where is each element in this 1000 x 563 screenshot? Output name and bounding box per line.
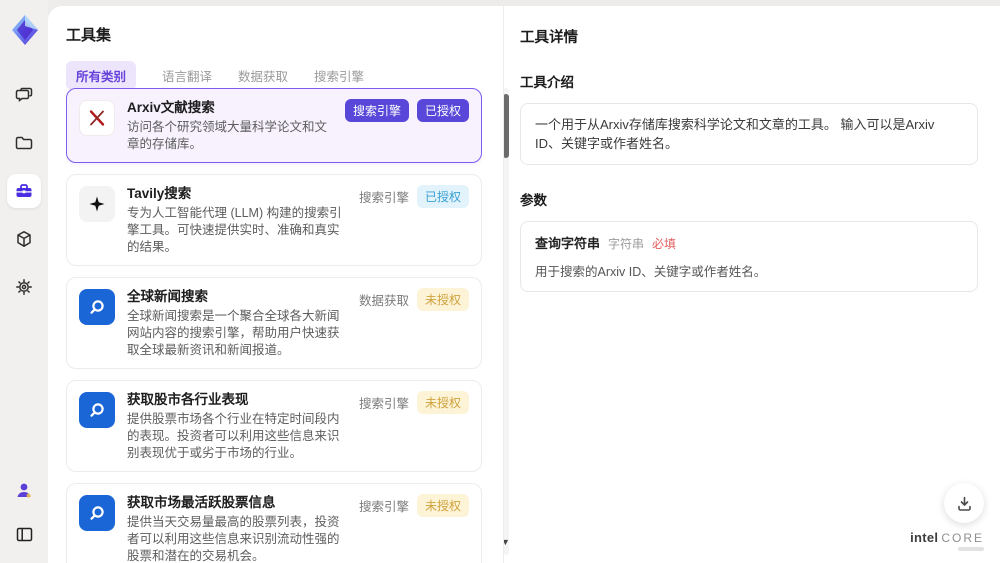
- chat-icon: [14, 85, 34, 105]
- tool-card-global-news[interactable]: 全球新闻搜索 全球新闻搜索是一个聚合全球各大新闻网站内容的搜索引擎，帮助用户快速…: [66, 277, 482, 369]
- tool-name: 获取股市各行业表现: [127, 392, 249, 407]
- category-tabs: 所有类别 语言翻译 数据获取 搜索引擎: [66, 61, 486, 90]
- sidebar-item-plugins[interactable]: [7, 222, 41, 256]
- cube-icon: [14, 229, 34, 249]
- intel-core-logo: intel CORE: [910, 530, 984, 551]
- param-type: 字符串: [608, 237, 645, 251]
- tool-card-arxiv[interactable]: Arxiv文献搜索 访问各个研究领域大量科学论文和文章的存储库。 搜索引擎 已授…: [66, 88, 482, 163]
- intel-logo-text: intel: [910, 530, 939, 545]
- collapse-panel-button[interactable]: [7, 517, 41, 551]
- tab-search-engine[interactable]: 搜索引擎: [314, 61, 364, 90]
- sidebar-item-tools[interactable]: [7, 174, 41, 208]
- tavily-sparkle-icon: [79, 186, 115, 222]
- tool-description: 提供股票市场各个行业在特定时间段内的表现。投资者可以利用这些信息来识别表现优于或…: [127, 412, 340, 460]
- category-badge: 搜索引擎: [344, 99, 409, 122]
- app-logo-icon[interactable]: [10, 14, 40, 46]
- user-avatar[interactable]: [7, 473, 41, 507]
- auth-status-badge: 已授权: [416, 185, 469, 208]
- panel-toggle-icon: [15, 525, 34, 544]
- auth-status-badge: 已授权: [416, 99, 469, 122]
- auth-status-badge: 未授权: [416, 288, 469, 311]
- tool-name: Arxiv文献搜索: [127, 100, 215, 115]
- auth-status-badge: 未授权: [416, 494, 469, 517]
- sidebar-item-chat[interactable]: [7, 78, 41, 112]
- param-description: 用于搜索的Arxiv ID、关键字或作者姓名。: [535, 265, 767, 279]
- sidebar-item-settings[interactable]: [7, 270, 41, 304]
- left-rail: [0, 0, 48, 563]
- category-label: 数据获取: [358, 294, 409, 308]
- sidebar-item-files[interactable]: [7, 126, 41, 160]
- gear-icon: [14, 277, 34, 297]
- intro-box: 一个用于从Arxiv存储库搜索科学论文和文章的工具。 输入可以是Arxiv ID…: [520, 103, 978, 165]
- stock-search-icon: [79, 495, 115, 531]
- download-icon: [956, 495, 973, 512]
- toolbox-icon: [14, 181, 34, 201]
- tool-detail-panel: 工具详情 工具介绍 一个用于从Arxiv存储库搜索科学论文和文章的工具。 输入可…: [520, 6, 978, 292]
- main-canvas: 工具集 所有类别 语言翻译 数据获取 搜索引擎 Arxiv文献搜索 访问各个研究…: [48, 6, 1000, 563]
- tool-card-most-active-stocks[interactable]: 获取市场最活跃股票信息 提供当天交易量最高的股票列表，投资者可以利用这些信息来识…: [66, 483, 482, 563]
- params-heading: 参数: [520, 193, 547, 208]
- tool-name: Tavily搜索: [127, 186, 192, 201]
- download-button[interactable]: [944, 483, 984, 523]
- category-label: 搜索引擎: [358, 191, 409, 205]
- stock-search-icon: [79, 392, 115, 428]
- core-logo-text: CORE: [941, 531, 984, 545]
- user-icon: [14, 480, 34, 500]
- intro-text: 一个用于从Arxiv存储库搜索科学论文和文章的工具。 输入可以是Arxiv ID…: [535, 117, 935, 151]
- tool-description: 全球新闻搜索是一个聚合全球各大新闻网站内容的搜索引擎，帮助用户快速获取全球最新资…: [127, 309, 340, 357]
- tool-description: 专为人工智能代理 (LLM) 构建的搜索引擎工具。可快速提供实时、准确和真实的结…: [127, 206, 342, 254]
- intro-heading: 工具介绍: [520, 75, 574, 90]
- tab-all-categories[interactable]: 所有类别: [66, 61, 137, 90]
- category-label: 搜索引擎: [358, 397, 409, 411]
- folder-icon: [14, 133, 34, 153]
- tab-language-translation[interactable]: 语言翻译: [162, 61, 212, 90]
- auth-status-badge: 未授权: [416, 391, 469, 414]
- news-search-icon: [79, 289, 115, 325]
- param-box: 查询字符串 字符串 必填 用于搜索的Arxiv ID、关键字或作者姓名。: [520, 221, 978, 292]
- param-required-label: 必填: [652, 237, 677, 251]
- tool-list: Arxiv文献搜索 访问各个研究领域大量科学论文和文章的存储库。 搜索引擎 已授…: [66, 88, 482, 563]
- tool-name: 获取市场最活跃股票信息: [127, 495, 276, 510]
- page-title: 工具集: [66, 27, 112, 44]
- arxiv-logo-icon: [79, 100, 115, 136]
- param-name: 查询字符串: [535, 236, 601, 251]
- tab-data-fetch[interactable]: 数据获取: [238, 61, 288, 90]
- toolset-panel: 工具集 所有类别 语言翻译 数据获取 搜索引擎 Arxiv文献搜索 访问各个研究…: [66, 6, 510, 563]
- tool-card-sector-performance[interactable]: 获取股市各行业表现 提供股票市场各个行业在特定时间段内的表现。投资者可以利用这些…: [66, 380, 482, 472]
- panel-divider: [503, 6, 504, 563]
- brand-accent-bar: [958, 547, 984, 551]
- category-label: 搜索引擎: [358, 500, 409, 514]
- tool-description: 提供当天交易量最高的股票列表，投资者可以利用这些信息来识别流动性强的股票和潜在的…: [127, 515, 340, 563]
- tool-name: 全球新闻搜索: [127, 289, 208, 304]
- tool-description: 访问各个研究领域大量科学论文和文章的存储库。: [127, 120, 328, 151]
- tool-card-tavily[interactable]: Tavily搜索 专为人工智能代理 (LLM) 构建的搜索引擎工具。可快速提供实…: [66, 174, 482, 266]
- detail-title: 工具详情: [520, 30, 578, 46]
